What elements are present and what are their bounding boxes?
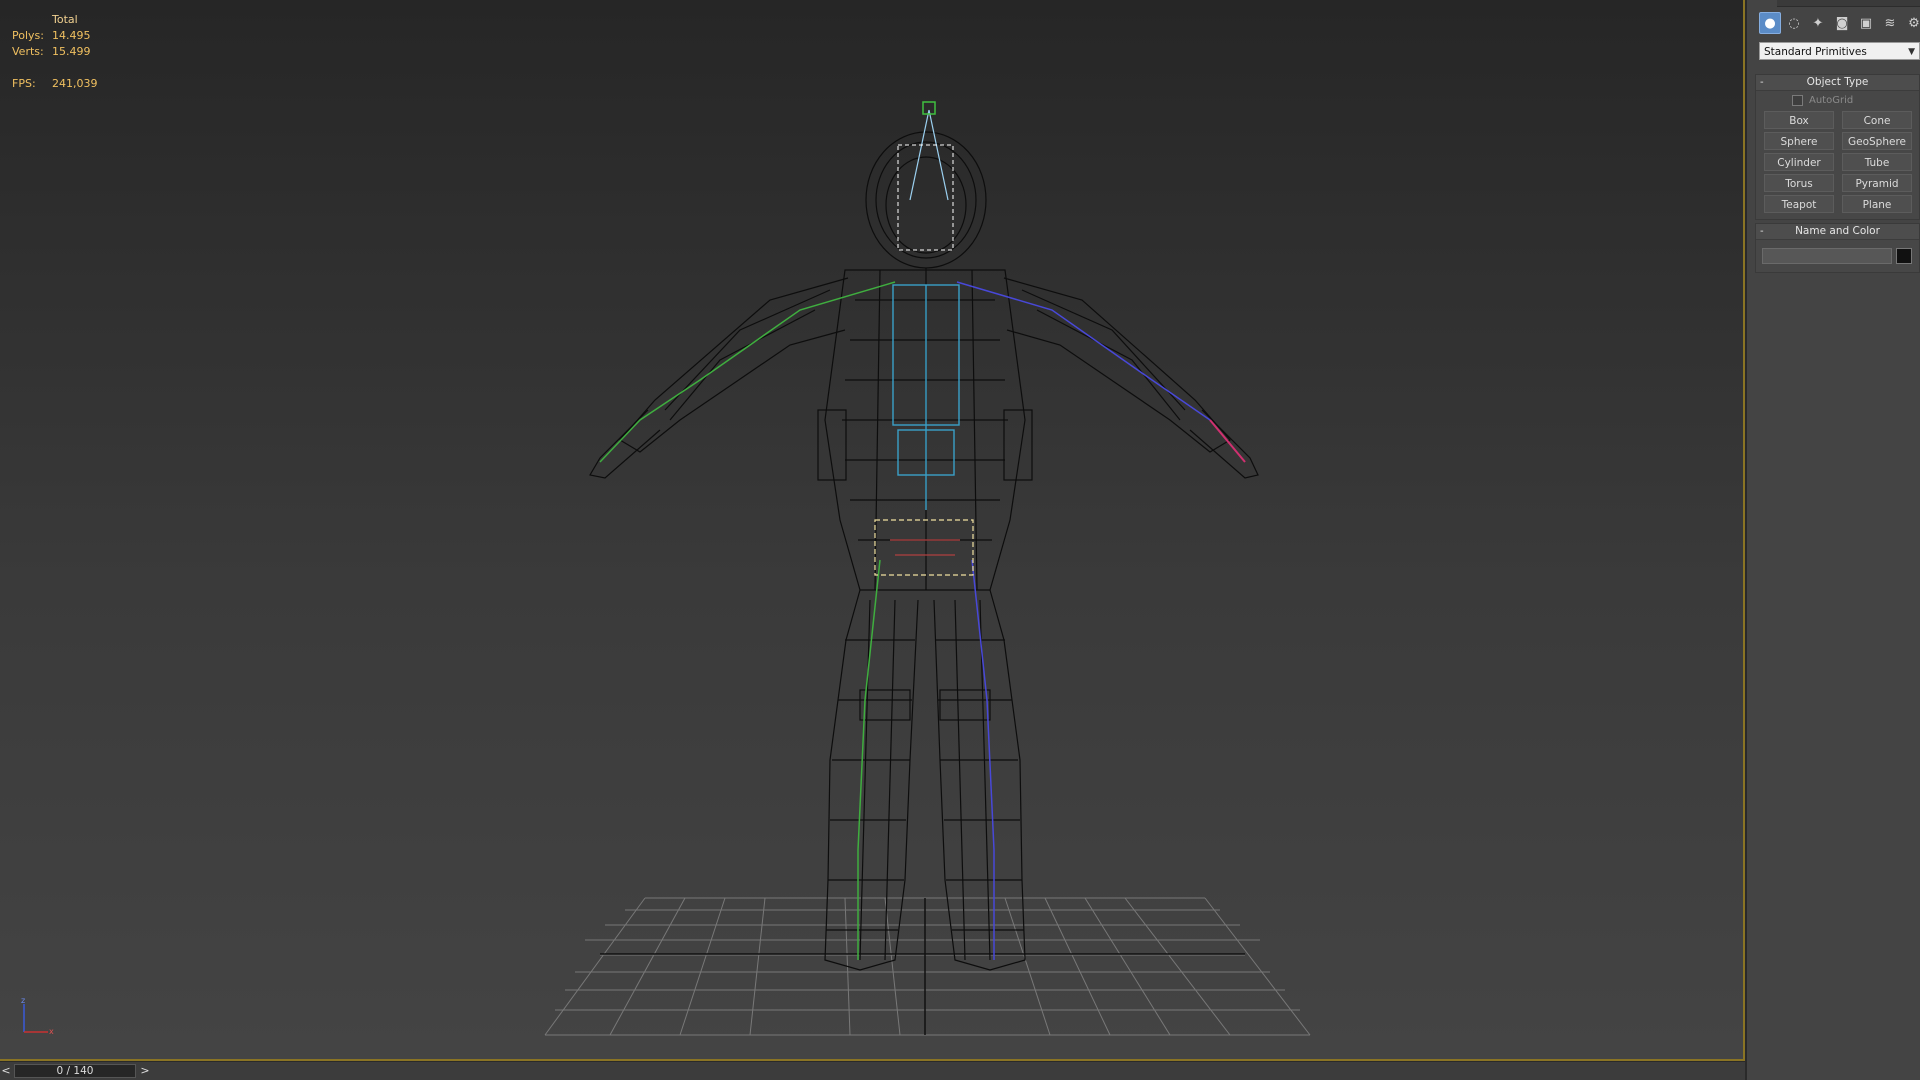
cylinder-button[interactable]: Cylinder	[1764, 153, 1834, 171]
tube-button[interactable]: Tube	[1842, 153, 1912, 171]
autogrid-label: AutoGrid	[1809, 94, 1854, 106]
stats-header: Total	[52, 13, 78, 26]
cameras-icon[interactable]: ◙	[1831, 12, 1853, 34]
geometry-icon[interactable]: ●	[1759, 12, 1781, 34]
head-selection-box	[897, 144, 954, 251]
time-slider-bar: < 0 / 140 >	[0, 1062, 1745, 1080]
create-category-tabs: ● ◌ ✦ ◙ ▣ ≋ ⚙	[1759, 12, 1920, 34]
verts-value: 15.499	[52, 45, 91, 58]
systems-icon[interactable]: ⚙	[1903, 12, 1920, 34]
box-button[interactable]: Box	[1764, 111, 1834, 129]
spacewarps-icon[interactable]: ≋	[1879, 12, 1901, 34]
name-and-color-title: Name and Color	[1795, 225, 1880, 237]
polys-value: 14.495	[52, 29, 91, 42]
polys-label: Polys:	[12, 29, 44, 42]
svg-text:z: z	[21, 996, 25, 1005]
bones-right	[956, 281, 1211, 960]
pyramid-button[interactable]: Pyramid	[1842, 174, 1912, 192]
character-wireframe	[589, 131, 1259, 971]
viewport-scene[interactable]	[0, 0, 1745, 1061]
pelvis-selection-box	[874, 519, 974, 576]
object-type-rollout: - Object Type AutoGrid Box Cone Sphere G…	[1755, 74, 1920, 220]
teapot-button[interactable]: Teapot	[1764, 195, 1834, 213]
head-bone	[909, 109, 949, 201]
lights-icon[interactable]: ✦	[1807, 12, 1829, 34]
viewport-statistics: Total Polys: 14.495 Verts: 15.499 FPS: 2…	[12, 12, 132, 92]
sphere-button[interactable]: Sphere	[1764, 132, 1834, 150]
next-frame-button[interactable]: >	[139, 1064, 151, 1078]
fps-label: FPS:	[12, 77, 36, 90]
primitive-buttons: Box Cone Sphere GeoSphere Cylinder Tube …	[1756, 109, 1919, 219]
bones-spine	[892, 284, 960, 510]
object-type-header[interactable]: - Object Type	[1756, 75, 1919, 91]
right-hand-bone	[1209, 419, 1246, 463]
command-panel: ● ◌ ✦ ◙ ▣ ≋ ⚙ Standard Primitives ▼ - Ob…	[1747, 0, 1920, 1080]
perspective-viewport[interactable]: Total Polys: 14.495 Verts: 15.499 FPS: 2…	[0, 0, 1745, 1061]
name-and-color-header[interactable]: - Name and Color	[1756, 224, 1919, 240]
collapse-icon[interactable]: -	[1760, 75, 1764, 90]
autogrid-option[interactable]: AutoGrid	[1756, 91, 1919, 109]
plane-button[interactable]: Plane	[1842, 195, 1912, 213]
shapes-icon[interactable]: ◌	[1783, 12, 1805, 34]
axis-tripod-icon: z x	[21, 996, 54, 1036]
previous-frame-button[interactable]: <	[0, 1064, 12, 1078]
geosphere-button[interactable]: GeoSphere	[1842, 132, 1912, 150]
helpers-icon[interactable]: ▣	[1855, 12, 1877, 34]
cone-button[interactable]: Cone	[1842, 111, 1912, 129]
object-name-input[interactable]	[1762, 248, 1892, 264]
verts-label: Verts:	[12, 45, 44, 58]
pelvis-bones	[890, 539, 960, 556]
chevron-down-icon: ▼	[1908, 47, 1915, 57]
autogrid-checkbox[interactable]	[1792, 94, 1803, 106]
object-category-dropdown[interactable]: Standard Primitives ▼	[1759, 42, 1920, 60]
torus-button[interactable]: Torus	[1764, 174, 1834, 192]
panel-top-tabs[interactable]	[1777, 0, 1920, 7]
object-color-swatch[interactable]	[1896, 248, 1912, 264]
ground-grid	[544, 897, 1311, 1036]
object-category-value: Standard Primitives	[1764, 46, 1867, 58]
name-and-color-rollout: - Name and Color	[1755, 223, 1920, 273]
svg-text:x: x	[49, 1027, 54, 1036]
fps-value: 241,039	[52, 77, 98, 90]
collapse-icon[interactable]: -	[1760, 224, 1764, 239]
object-type-title: Object Type	[1806, 76, 1869, 88]
time-slider[interactable]: 0 / 140	[14, 1064, 136, 1078]
